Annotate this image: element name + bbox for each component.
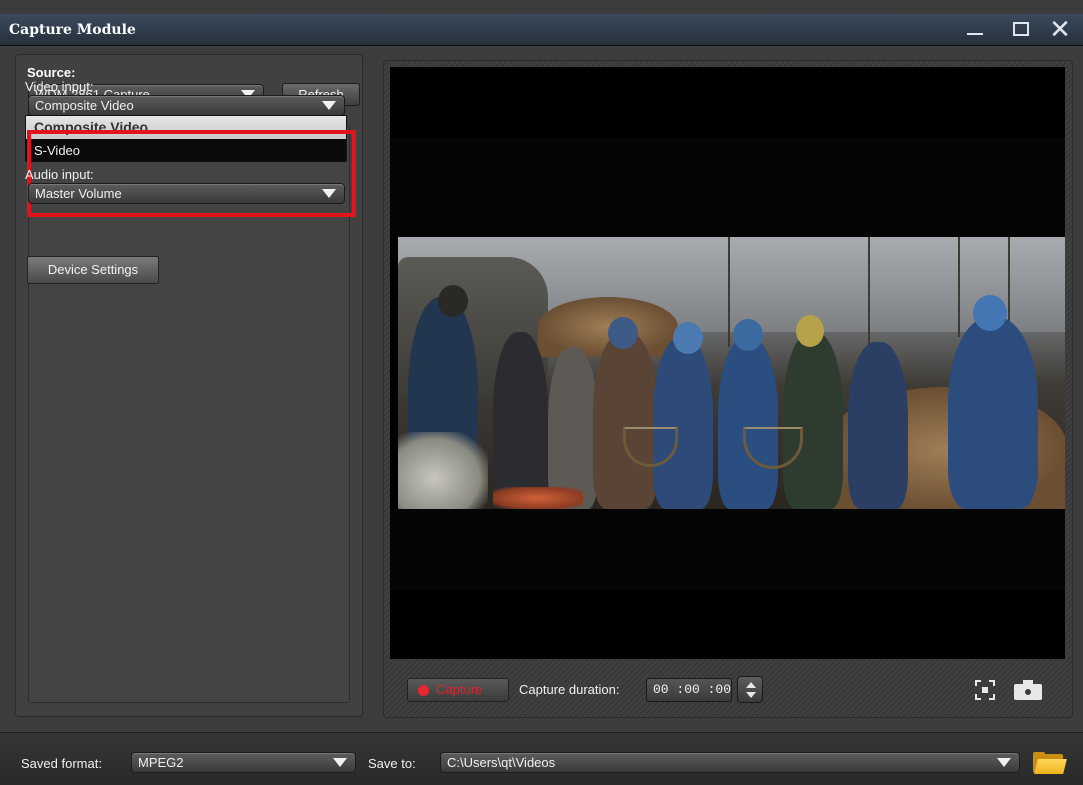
chevron-down-icon bbox=[997, 758, 1011, 767]
frame-person bbox=[653, 337, 713, 509]
device-settings-button[interactable]: Device Settings bbox=[27, 256, 159, 284]
frame-person-head bbox=[733, 319, 763, 351]
capture-duration-label: Capture duration: bbox=[519, 682, 620, 697]
frame-person bbox=[848, 342, 908, 509]
frame-person bbox=[548, 347, 598, 509]
chevron-up-icon[interactable] bbox=[746, 682, 756, 688]
frame-tree bbox=[728, 237, 730, 347]
video-input-option-composite[interactable]: Composite Video bbox=[26, 116, 346, 139]
capture-duration-input[interactable]: 00 :00 :00 bbox=[646, 678, 732, 702]
close-icon: ✕ bbox=[1049, 14, 1071, 44]
capture-duration-stepper[interactable] bbox=[737, 676, 763, 703]
browse-folder-icon[interactable] bbox=[1033, 752, 1067, 774]
letterbox-bottom bbox=[390, 509, 1065, 591]
fit-to-screen-icon[interactable] bbox=[975, 680, 995, 700]
input-settings-group bbox=[28, 125, 350, 703]
source-label: Source: bbox=[27, 65, 76, 80]
capture-button-label: Capture bbox=[436, 682, 483, 697]
capture-module-window: Capture Module ✕ Source: WDM 2861 Captur… bbox=[0, 0, 1083, 785]
saved-format-value: MPEG2 bbox=[138, 755, 184, 770]
save-to-path-select[interactable]: C:\Users\qt\Videos bbox=[440, 752, 1020, 773]
close-button[interactable]: ✕ bbox=[1047, 14, 1073, 44]
saved-format-select[interactable]: MPEG2 bbox=[131, 752, 356, 773]
video-input-dropdown-list: Composite Video S-Video bbox=[25, 115, 347, 162]
chevron-down-icon bbox=[333, 758, 347, 767]
frame-person bbox=[493, 332, 548, 509]
audio-input-select[interactable]: Master Volume bbox=[28, 183, 345, 204]
title-bar[interactable]: Capture Module ✕ bbox=[0, 14, 1083, 46]
audio-input-label: Audio input: bbox=[25, 167, 94, 182]
save-to-path-value: C:\Users\qt\Videos bbox=[447, 755, 556, 770]
frame-person-head bbox=[796, 315, 824, 347]
minimize-icon bbox=[967, 33, 983, 35]
video-input-option-svideo[interactable]: S-Video bbox=[26, 139, 346, 162]
chevron-down-icon[interactable] bbox=[746, 692, 756, 698]
frame-person bbox=[948, 317, 1038, 509]
letterbox-top bbox=[390, 139, 1065, 237]
video-preview bbox=[390, 67, 1065, 659]
frame-tree bbox=[868, 237, 870, 357]
maximize-button[interactable] bbox=[1008, 17, 1034, 41]
audio-input-select-value: Master Volume bbox=[35, 186, 122, 201]
save-to-label: Save to: bbox=[368, 756, 416, 771]
frame-tree bbox=[958, 237, 960, 337]
frame-person-head bbox=[608, 317, 638, 349]
maximize-icon bbox=[1013, 22, 1029, 36]
minimize-button[interactable] bbox=[962, 17, 988, 41]
frame-vegetables bbox=[398, 432, 488, 509]
capture-button[interactable]: Capture bbox=[407, 678, 509, 702]
video-input-label: Video input: bbox=[25, 79, 94, 94]
record-icon bbox=[418, 685, 429, 696]
chevron-down-icon bbox=[322, 101, 336, 110]
frame-person-head bbox=[673, 322, 703, 354]
video-input-select-value: Composite Video bbox=[35, 98, 134, 113]
chevron-down-icon bbox=[322, 189, 336, 198]
video-input-select[interactable]: Composite Video bbox=[28, 95, 345, 116]
saved-format-label: Saved format: bbox=[21, 756, 102, 771]
preview-frame-image bbox=[398, 237, 1065, 509]
window-title: Capture Module bbox=[9, 22, 136, 38]
frame-carrots bbox=[493, 487, 583, 509]
frame-person bbox=[718, 337, 778, 509]
snapshot-camera-icon[interactable] bbox=[1014, 680, 1042, 700]
frame-person-head bbox=[973, 295, 1007, 331]
frame-person bbox=[593, 332, 658, 509]
frame-person-head bbox=[438, 285, 468, 317]
frame-person bbox=[783, 332, 843, 509]
